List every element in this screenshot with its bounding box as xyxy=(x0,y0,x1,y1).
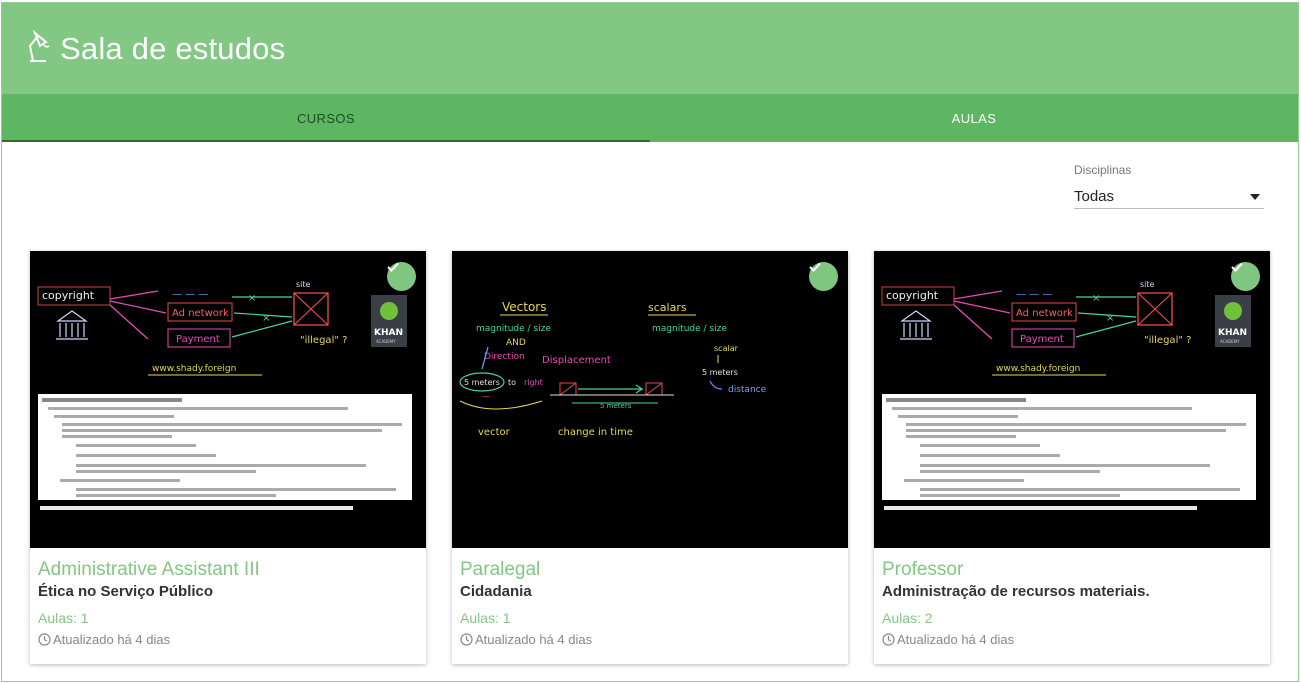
thumb-text: copyright xyxy=(886,289,939,302)
thumb-text: distance xyxy=(728,385,767,395)
thumb-text: ACADEMY xyxy=(1220,339,1240,344)
course-card[interactable]: Vectors scalars magnitude / size magnitu… xyxy=(452,251,848,664)
thumb-text: www.shady.foreign xyxy=(996,364,1080,374)
svg-text:—: — xyxy=(482,392,490,401)
course-thumbnail: copyright — — — Ad network Payment × × s… xyxy=(874,251,1270,548)
thumb-text: Displacement xyxy=(542,355,611,366)
thumb-text: 5 meters xyxy=(600,402,632,410)
caret-down-icon xyxy=(1250,193,1260,200)
thumb-text: right xyxy=(524,378,543,387)
svg-text:×: × xyxy=(1106,313,1114,324)
tab-aulas[interactable]: AULAS xyxy=(650,94,1298,142)
svg-text:— — —: — — — xyxy=(172,289,208,300)
thumb-text: magnitude / size xyxy=(652,324,727,334)
svg-text:×: × xyxy=(248,293,256,304)
lamp-icon xyxy=(28,29,50,62)
updated-text: Atualizado há 4 dias xyxy=(53,632,171,647)
thumb-text: magnitude / size xyxy=(476,324,551,334)
course-subject: Administração de recursos materiais. xyxy=(882,583,1150,600)
thumb-text: site xyxy=(1140,280,1155,289)
thumb-text: Payment xyxy=(176,334,220,345)
thumb-text: Ad network xyxy=(1016,308,1073,319)
lesson-count: Aulas: 2 xyxy=(882,610,933,626)
clock-icon xyxy=(460,633,473,646)
thumb-text: Direction xyxy=(484,352,525,362)
course-name[interactable]: Professor xyxy=(882,558,1262,582)
course-subject: Cidadania xyxy=(460,583,532,600)
completed-check-icon xyxy=(1231,262,1260,291)
thumb-text: scalars xyxy=(648,301,687,314)
copyright-lesson-image: copyright — — — Ad network Payment × × s… xyxy=(881,280,1256,510)
completed-check-icon xyxy=(387,262,416,291)
thumb-text: vector xyxy=(478,427,511,438)
course-thumbnail: copyright — — — Ad network Payment × × s… xyxy=(30,251,426,548)
thumb-text: change in time xyxy=(558,427,633,438)
tab-bar: CURSOS AULAS xyxy=(2,94,1298,142)
lesson-count: Aulas: 1 xyxy=(38,610,89,626)
clock-icon xyxy=(38,633,51,646)
thumb-text: ACADEMY xyxy=(376,339,396,344)
updated-info: Atualizado há 4 dias xyxy=(38,632,418,647)
course-info: Professor Administração de recursos mate… xyxy=(874,548,1270,647)
updated-info: Atualizado há 4 dias xyxy=(460,632,840,647)
app-header: Sala de estudos xyxy=(2,3,1298,94)
completed-check-icon xyxy=(809,262,838,291)
thumb-text: 5 meters xyxy=(464,378,500,387)
course-thumbnail: Vectors scalars magnitude / size magnitu… xyxy=(452,251,848,548)
thumb-text: www.shady.foreign xyxy=(152,364,236,374)
vectors-lesson-image: Vectors scalars magnitude / size magnitu… xyxy=(459,300,767,438)
thumb-text: copyright xyxy=(42,289,95,302)
course-card[interactable]: copyright — — — Ad network Payment × × s… xyxy=(874,251,1270,664)
course-subject: Ética no Serviço Público xyxy=(38,583,214,600)
disciplines-label: Disciplinas xyxy=(1074,163,1132,177)
lesson-count: Aulas: 1 xyxy=(460,610,511,626)
copyright-lesson-image: copyright — — — Ad network Payment × × s… xyxy=(37,280,412,510)
thumb-text: KHAN xyxy=(1218,328,1247,338)
course-card[interactable]: copyright — — — Ad network Payment × × s… xyxy=(30,251,426,664)
updated-text: Atualizado há 4 dias xyxy=(475,632,593,647)
thumb-text: Payment xyxy=(1020,334,1064,345)
course-info: Paralegal Cidadania Aulas: 1 Atualizado … xyxy=(452,548,848,647)
svg-text:to: to xyxy=(508,378,516,387)
thumb-text: site xyxy=(296,280,311,289)
thumb-text: "illegal" ? xyxy=(300,335,347,346)
thumb-text: Vectors xyxy=(502,300,547,314)
disciplines-select[interactable]: Todas xyxy=(1074,185,1264,209)
thumb-text: "illegal" ? xyxy=(1144,335,1191,346)
study-room-app: Sala de estudos CURSOS AULAS Disciplinas… xyxy=(1,2,1299,682)
updated-text: Atualizado há 4 dias xyxy=(897,632,1015,647)
thumb-text: KHAN xyxy=(374,328,403,338)
tab-cursos[interactable]: CURSOS xyxy=(2,94,650,142)
disciplines-selected-value: Todas xyxy=(1074,188,1115,205)
thumb-text: 5 meters xyxy=(702,368,738,377)
thumb-text: scalar xyxy=(714,344,739,353)
thumb-text: Ad network xyxy=(172,308,229,319)
course-name[interactable]: Paralegal xyxy=(460,558,840,582)
page-title: Sala de estudos xyxy=(60,30,286,66)
clock-icon xyxy=(882,633,895,646)
disciplines-filter: Disciplinas Todas xyxy=(1074,163,1264,209)
course-info: Administrative Assistant III Ética no Se… xyxy=(30,548,426,647)
svg-text:×: × xyxy=(262,313,270,324)
course-name[interactable]: Administrative Assistant III xyxy=(38,558,418,582)
svg-text:— — —: — — — xyxy=(1016,289,1052,300)
updated-info: Atualizado há 4 dias xyxy=(882,632,1262,647)
svg-text:×: × xyxy=(1092,293,1100,304)
thumb-text: AND xyxy=(506,338,526,348)
